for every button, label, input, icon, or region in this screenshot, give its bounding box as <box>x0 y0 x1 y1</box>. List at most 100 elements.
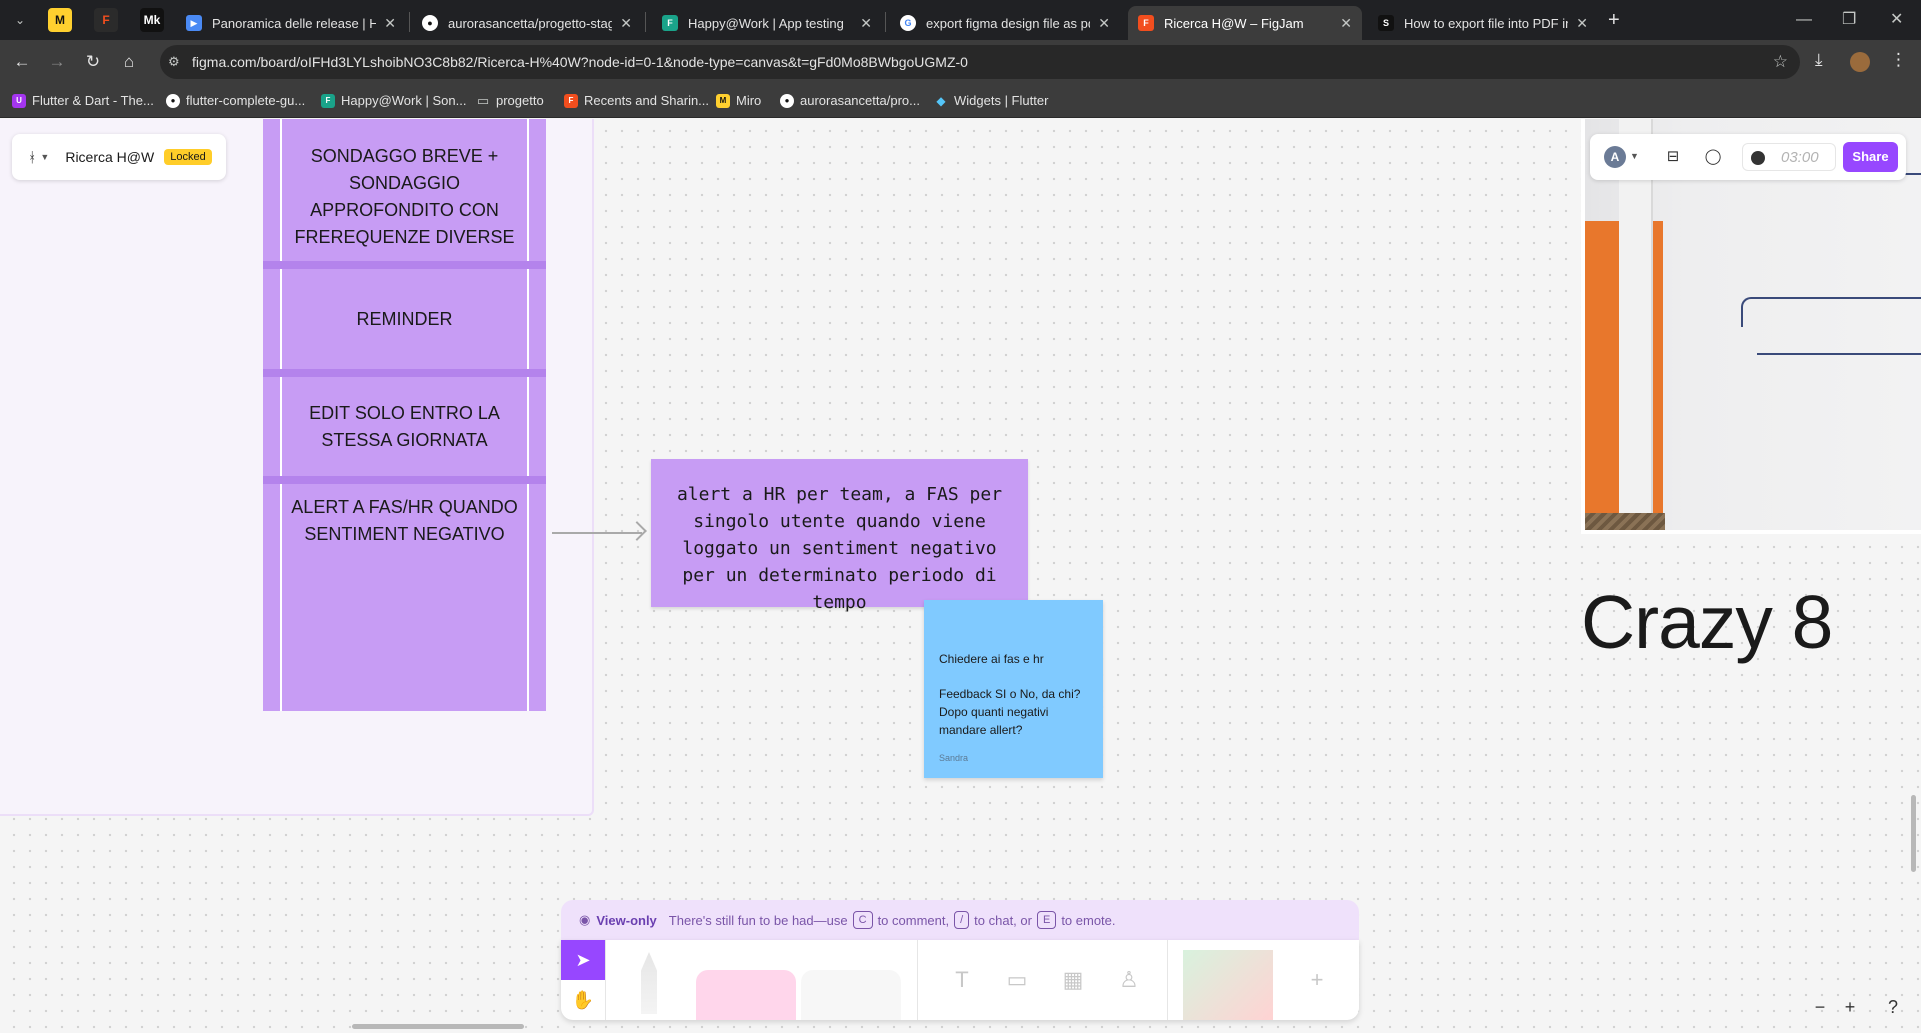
marker-pen-icon <box>641 952 657 1014</box>
forward-arrow-icon[interactable]: → <box>45 50 69 74</box>
chevron-down-icon[interactable]: ▼ <box>1630 151 1639 161</box>
bookmark-widgets-flutter[interactable]: ◆ Widgets | Flutter <box>934 93 1048 108</box>
tab-strip: ⌄ M F Mk ▶ Panoramica delle release | Ha… <box>0 0 1921 40</box>
bookmark-label: Flutter & Dart - The... <box>32 93 154 108</box>
bookmark-label: Widgets | Flutter <box>954 93 1049 108</box>
table-row-separator <box>263 261 546 269</box>
tab-title: aurorasancetta/progetto-stage <box>448 15 613 31</box>
dock-divider <box>1167 940 1168 1020</box>
table-cell-reminder[interactable]: REMINDER <box>283 306 526 333</box>
tab-figjam-active[interactable]: F Ricerca H@W – FigJam ✕ <box>1128 6 1362 40</box>
site-settings-icon[interactable]: ⚙ <box>168 54 180 70</box>
bookmark-aurorasancetta[interactable]: ● aurorasancetta/pro... <box>780 93 920 108</box>
download-icon[interactable]: ⤓ <box>1815 50 1823 70</box>
figjam-logo-icon[interactable]: ᚼ <box>28 149 36 165</box>
tab-github-progetto[interactable]: ● aurorasancetta/progetto-stage ✕ <box>412 6 642 40</box>
bookmark-label: Recents and Sharin... <box>584 93 710 108</box>
tab-app-testing[interactable]: F Happy@Work | App testing ✕ <box>652 6 882 40</box>
tab-divider <box>645 12 646 32</box>
github-icon: ● <box>166 93 180 108</box>
bookmark-star-icon[interactable]: ☆ <box>1773 52 1788 72</box>
sticky-swatch-icon <box>696 970 796 1020</box>
table-cell-alert[interactable]: ALERT A FAS/HR QUANDO SENTIMENT NEGATIVO <box>283 494 526 548</box>
bookmark-miro[interactable]: M Miro <box>716 93 761 108</box>
address-bar[interactable]: ⚙ figma.com/board/oIFHd3LYLshoibNO3C8b82… <box>160 45 1800 79</box>
share-button[interactable]: Share <box>1843 142 1898 172</box>
whiteboard-photo[interactable] <box>1581 119 1921 534</box>
table-cell-sondaggio[interactable]: SONDAGGO BREVE + SONDAGGIO APPROFONDITO … <box>283 143 526 251</box>
file-name[interactable]: Ricerca H@W <box>65 149 154 165</box>
home-icon[interactable]: ⌂ <box>117 50 141 74</box>
table-row-separator <box>263 476 546 484</box>
locked-badge: Locked <box>164 149 212 165</box>
tab-divider <box>885 12 886 32</box>
menu-kebab-icon[interactable]: ⋮ <box>1890 50 1907 70</box>
bookmark-label: Happy@Work | Son... <box>341 93 467 108</box>
file-menu[interactable]: ᚼ ▼ Ricerca H@W Locked <box>12 134 226 180</box>
user-avatar[interactable]: A <box>1604 146 1626 168</box>
url-text[interactable]: figma.com/board/oIFHd3LYLshoibNO3C8b82/R… <box>192 54 968 70</box>
widgets-icon <box>1183 950 1273 1020</box>
sticky-note-feedback[interactable]: Chiedere ai fas e hr Feedback SI o No, d… <box>924 600 1103 778</box>
bookmark-recents[interactable]: F Recents and Sharin... <box>564 93 709 108</box>
bookmarks-bar: U Flutter & Dart - The... ● flutter-comp… <box>0 84 1921 118</box>
close-icon[interactable]: ✕ <box>384 15 396 32</box>
tab-google-search[interactable]: G export figma design file as pdf ✕ <box>890 6 1120 40</box>
bookmark-flutter-dart[interactable]: U Flutter & Dart - The... <box>12 93 154 108</box>
pinned-tab-miro-icon[interactable]: M <box>48 8 72 32</box>
comment-icon[interactable]: ◯ <box>1702 146 1724 168</box>
tab-title: How to export file into PDF in F <box>1404 15 1569 31</box>
horizontal-scrollbar[interactable] <box>352 1024 524 1029</box>
bookmark-progetto-folder[interactable]: ▭ progetto <box>476 93 544 109</box>
firebase-app-icon: F <box>662 15 678 31</box>
bookmark-label: aurorasancetta/pro... <box>800 93 920 108</box>
sticky-note-line: Chiedere ai fas e hr <box>939 652 1044 666</box>
zoom-out-icon[interactable]: − <box>1808 995 1832 1019</box>
select-cursor-icon[interactable]: ➤ <box>561 940 605 980</box>
minimize-icon[interactable]: — <box>1796 8 1812 32</box>
text-tool-icon: T <box>955 967 969 992</box>
sticky-note-alert[interactable]: alert a HR per team, a FAS per singolo u… <box>651 459 1028 613</box>
miro-icon: M <box>716 93 730 108</box>
eye-icon: ◉ <box>579 912 591 927</box>
reload-icon[interactable]: ↻ <box>81 50 105 74</box>
figjam-canvas[interactable]: SONDAGGO BREVE + SONDAGGIO APPROFONDITO … <box>0 119 1921 1033</box>
timer[interactable]: 03:00 <box>1742 143 1836 171</box>
close-icon[interactable]: ✕ <box>1098 15 1110 32</box>
hand-tool-icon[interactable]: ✋ <box>561 980 605 1020</box>
photo-detail <box>1585 513 1665 530</box>
zoom-in-icon[interactable]: + <box>1838 995 1862 1019</box>
tab-search-chevron-icon[interactable]: ⌄ <box>8 8 32 32</box>
close-icon[interactable]: ✕ <box>1340 15 1352 32</box>
vertical-scrollbar[interactable] <box>1911 795 1916 872</box>
bookmark-flutter-complete[interactable]: ● flutter-complete-gu... <box>166 93 305 108</box>
tab-export-pdf[interactable]: S How to export file into PDF in F ✕ <box>1368 6 1598 40</box>
close-icon[interactable]: ✕ <box>620 15 632 32</box>
new-tab-plus-icon[interactable]: + <box>1608 8 1620 32</box>
shape-swatch-icon <box>801 970 901 1020</box>
layout-panel-icon[interactable]: ⊟ <box>1662 146 1684 168</box>
tab-title: export figma design file as pdf <box>926 15 1091 31</box>
github-icon: ● <box>780 93 794 108</box>
pinned-tab-medium-icon[interactable]: Mk <box>140 8 164 32</box>
restore-icon[interactable]: ❐ <box>1842 8 1856 32</box>
google-play-console-icon: ▶ <box>186 15 202 31</box>
bookmark-happy-work[interactable]: F Happy@Work | Son... <box>321 93 466 108</box>
back-arrow-icon[interactable]: ← <box>10 50 34 74</box>
github-icon: ● <box>422 15 438 31</box>
table-cell-edit[interactable]: EDIT SOLO ENTRO LA STESSA GIORNATA <box>283 400 526 454</box>
dock-divider <box>917 940 918 1020</box>
help-icon[interactable]: ? <box>1881 995 1905 1019</box>
close-icon[interactable]: ✕ <box>860 15 872 32</box>
table-gridline <box>280 119 282 711</box>
profile-avatar[interactable] <box>1850 52 1870 72</box>
window-close-icon[interactable]: ✕ <box>1890 8 1903 32</box>
banner-text: to chat, or <box>974 912 1032 928</box>
tab-play-console[interactable]: ▶ Panoramica delle release | Happ ✕ <box>176 6 406 40</box>
close-icon[interactable]: ✕ <box>1576 15 1588 32</box>
pinned-tab-figma-icon[interactable]: F <box>94 8 118 32</box>
section-heading[interactable]: Crazy 8 <box>1581 579 1833 665</box>
udemy-icon: U <box>12 93 26 108</box>
chevron-down-icon[interactable]: ▼ <box>40 152 49 162</box>
photo-detail <box>1757 353 1921 355</box>
